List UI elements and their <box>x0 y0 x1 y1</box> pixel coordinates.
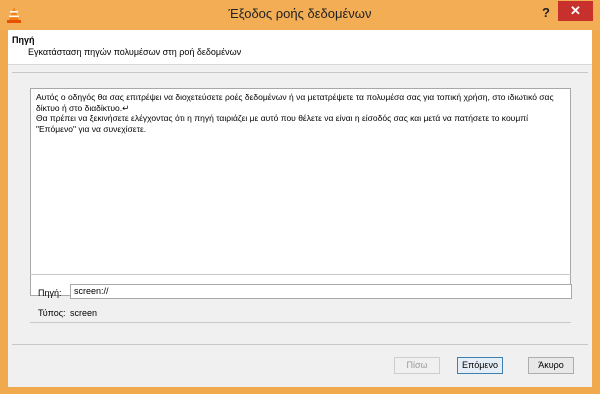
window-title: Έξοδος ροής δεδομένων <box>228 6 372 21</box>
close-button[interactable]: ✕ <box>558 1 593 21</box>
divider <box>30 322 571 323</box>
page-title: Πηγή <box>12 35 35 45</box>
dialog-body: Πηγή Εγκατάσταση πηγών πολυμέσων στη ροή… <box>8 30 592 387</box>
type-label: Τύπος: <box>38 308 66 318</box>
cancel-button[interactable]: Άκυρο <box>528 357 574 374</box>
intro-text: Αυτός ο οδηγός θα σας επιτρέψει να διοχε… <box>36 92 554 134</box>
intro-text-panel: Αυτός ο οδηγός θα σας επιτρέψει να διοχε… <box>30 88 571 296</box>
wizard-header: Πηγή Εγκατάσταση πηγών πολυμέσων στη ροή… <box>8 30 592 65</box>
back-button[interactable]: Πίσω <box>394 357 440 374</box>
source-input[interactable]: screen:// <box>70 284 572 299</box>
divider <box>30 274 571 275</box>
help-button[interactable]: ? <box>534 4 558 22</box>
page-subtitle: Εγκατάσταση πηγών πολυμέσων στη ροή δεδο… <box>28 47 242 57</box>
title-bar[interactable]: Έξοδος ροής δεδομένων ? ✕ <box>0 0 600 30</box>
next-button[interactable]: Επόμενο <box>457 357 503 374</box>
divider <box>12 344 588 345</box>
stream-output-dialog: Έξοδος ροής δεδομένων ? ✕ Πηγή Εγκατάστα… <box>0 0 600 394</box>
type-value: screen <box>70 308 98 318</box>
divider <box>12 72 588 73</box>
source-label: Πηγή: <box>38 288 62 298</box>
